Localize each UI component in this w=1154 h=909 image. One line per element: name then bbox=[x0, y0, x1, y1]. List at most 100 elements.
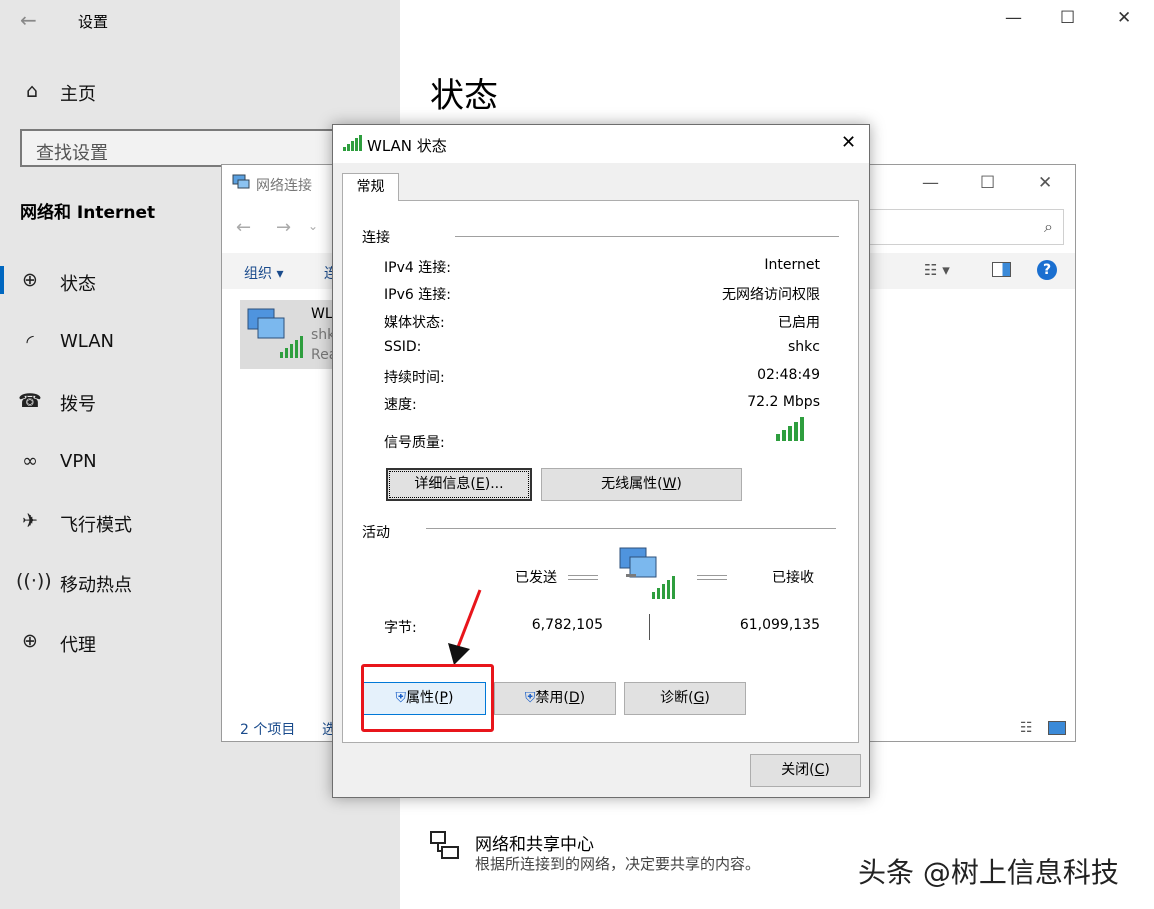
signal-quality-icon bbox=[776, 417, 804, 441]
bytes-label: 字节: bbox=[384, 620, 417, 636]
back-arrow-icon[interactable]: ← bbox=[236, 217, 251, 238]
nav-item-hotspot[interactable]: 移动热点 bbox=[60, 571, 132, 597]
network-connections-icon bbox=[232, 174, 250, 189]
details-view-icon[interactable]: ☷ bbox=[1020, 720, 1033, 736]
disable-button-text: 禁用( bbox=[535, 690, 569, 706]
speed-label: 速度: bbox=[384, 397, 417, 413]
annotation-arrow bbox=[448, 589, 482, 665]
duration-value: 02:48:49 bbox=[757, 367, 820, 383]
received-line bbox=[697, 575, 727, 580]
wireless-adapter-icon bbox=[247, 308, 303, 358]
search-icon: ⌕ bbox=[1044, 217, 1053, 236]
close-icon[interactable]: ✕ bbox=[1038, 173, 1052, 193]
nav-item-proxy[interactable]: 代理 bbox=[60, 631, 96, 657]
page-title: 状态 bbox=[430, 76, 498, 116]
active-indicator bbox=[0, 266, 4, 294]
nav-item-vpn[interactable]: VPN bbox=[60, 451, 97, 472]
annotation-highlight-box bbox=[361, 664, 494, 732]
details-button-text: 详细信息( bbox=[414, 476, 476, 492]
sharing-center-desc: 根据所连接到的网络，决定要共享的内容。 bbox=[475, 855, 761, 873]
ipv4-label: IPv4 连接: bbox=[384, 260, 451, 276]
home-icon[interactable]: ⌂ bbox=[20, 80, 44, 102]
network-activity-icon bbox=[619, 547, 675, 599]
section-heading: 网络和 Internet bbox=[20, 203, 156, 223]
maximize-icon[interactable]: ☐ bbox=[980, 173, 995, 193]
close-button-text: 关闭( bbox=[781, 762, 815, 778]
network-sharing-icon[interactable] bbox=[428, 829, 462, 863]
explorer-title: 网络连接 bbox=[256, 178, 312, 194]
diagnose-button-tail: ) bbox=[704, 690, 710, 706]
signal-quality-label: 信号质量: bbox=[384, 435, 445, 451]
close-button-tail: ) bbox=[824, 762, 830, 778]
bytes-divider bbox=[649, 614, 650, 640]
settings-search-input[interactable]: 查找设置 bbox=[20, 129, 380, 167]
sent-line bbox=[568, 575, 598, 580]
general-tab-panel: 连接 IPv4 连接: Internet IPv6 连接: 无网络访问权限 媒体… bbox=[342, 200, 859, 743]
wireless-button-key: W bbox=[662, 476, 677, 492]
close-button[interactable]: 关闭(C) bbox=[750, 754, 861, 787]
chevron-down-icon[interactable]: ⌄ bbox=[308, 219, 318, 233]
airplane-icon: ✈ bbox=[22, 510, 38, 532]
help-icon[interactable]: ? bbox=[1037, 260, 1057, 280]
dialog-titlebar: WLAN 状态 ✕ bbox=[333, 125, 869, 163]
dialog-title: WLAN 状态 bbox=[367, 137, 447, 155]
tab-general[interactable]: 常规 bbox=[342, 173, 399, 201]
details-button-tail: )... bbox=[484, 476, 504, 492]
search-placeholder: 查找设置 bbox=[36, 143, 108, 164]
nav-item-airplane[interactable]: 飞行模式 bbox=[60, 511, 132, 537]
preview-pane-icon[interactable] bbox=[992, 262, 1011, 277]
explorer-search-input[interactable]: ⌕ bbox=[862, 209, 1064, 245]
bytes-received-value: 61,099,135 bbox=[739, 617, 820, 633]
wireless-properties-button[interactable]: 无线属性(W) bbox=[541, 468, 742, 501]
wireless-button-tail: ) bbox=[676, 476, 682, 492]
speed-value: 72.2 Mbps bbox=[747, 394, 820, 410]
media-state-value: 已启用 bbox=[778, 315, 820, 331]
home-link[interactable]: 主页 bbox=[60, 80, 96, 106]
globe-icon: ⊕ bbox=[22, 630, 38, 652]
diagnose-button-key: G bbox=[693, 690, 705, 706]
details-button-key: E bbox=[475, 476, 485, 492]
status-item-count: 2 个项目 bbox=[240, 722, 296, 738]
ssid-value: shkc bbox=[788, 339, 820, 355]
diagnose-button[interactable]: 诊断(G) bbox=[624, 682, 746, 715]
close-icon[interactable]: ✕ bbox=[841, 132, 856, 153]
disable-button-tail: ) bbox=[579, 690, 586, 706]
back-arrow-icon[interactable]: ← bbox=[20, 8, 37, 32]
forward-arrow-icon[interactable]: → bbox=[276, 217, 291, 238]
shield-icon: ⛨ bbox=[524, 690, 536, 706]
globe-icon: ⊕ bbox=[22, 269, 38, 291]
minimize-icon[interactable]: — bbox=[1005, 8, 1022, 28]
ssid-label: SSID: bbox=[384, 339, 422, 355]
activity-divider bbox=[426, 528, 836, 529]
nav-item-status[interactable]: 状态 bbox=[60, 270, 96, 296]
activity-header: 活动 bbox=[362, 525, 390, 541]
minimize-icon[interactable]: — bbox=[922, 173, 939, 193]
sharing-center-link[interactable]: 网络和共享中心 bbox=[475, 830, 594, 855]
disable-button-key: D bbox=[568, 690, 580, 706]
view-options-icon[interactable]: ☷ ▾ bbox=[924, 261, 950, 279]
wifi-icon: ◜ bbox=[26, 331, 34, 353]
list-item[interactable]: WL shk Rea bbox=[240, 300, 337, 369]
watermark: 头条 @树上信息科技 bbox=[858, 856, 1119, 889]
hotspot-icon: ((·)) bbox=[16, 570, 52, 592]
maximize-icon[interactable]: ☐ bbox=[1060, 8, 1075, 28]
media-state-label: 媒体状态: bbox=[384, 315, 445, 331]
nav-item-wlan[interactable]: WLAN bbox=[60, 331, 114, 352]
wireless-button-text: 无线属性( bbox=[601, 476, 663, 492]
details-button[interactable]: 详细信息(E)... bbox=[386, 468, 532, 501]
bytes-sent-value: 6,782,105 bbox=[531, 617, 603, 633]
large-icons-view-icon[interactable] bbox=[1048, 721, 1066, 735]
dialup-icon: ☎ bbox=[18, 390, 42, 412]
ipv6-value: 无网络访问权限 bbox=[722, 287, 820, 303]
disable-button[interactable]: ⛨禁用(D) bbox=[494, 682, 616, 715]
close-button-key: C bbox=[814, 762, 825, 778]
connection-header: 连接 bbox=[362, 230, 390, 246]
vpn-icon: ∞ bbox=[22, 450, 38, 472]
duration-label: 持续时间: bbox=[384, 370, 445, 386]
nav-item-dialup[interactable]: 拨号 bbox=[60, 390, 96, 416]
close-icon[interactable]: ✕ bbox=[1117, 8, 1131, 28]
sent-label: 已发送 bbox=[515, 570, 557, 586]
organize-button[interactable]: 组织 ▾ bbox=[244, 263, 283, 283]
signal-icon bbox=[343, 135, 362, 151]
diagnose-button-text: 诊断( bbox=[660, 690, 694, 706]
